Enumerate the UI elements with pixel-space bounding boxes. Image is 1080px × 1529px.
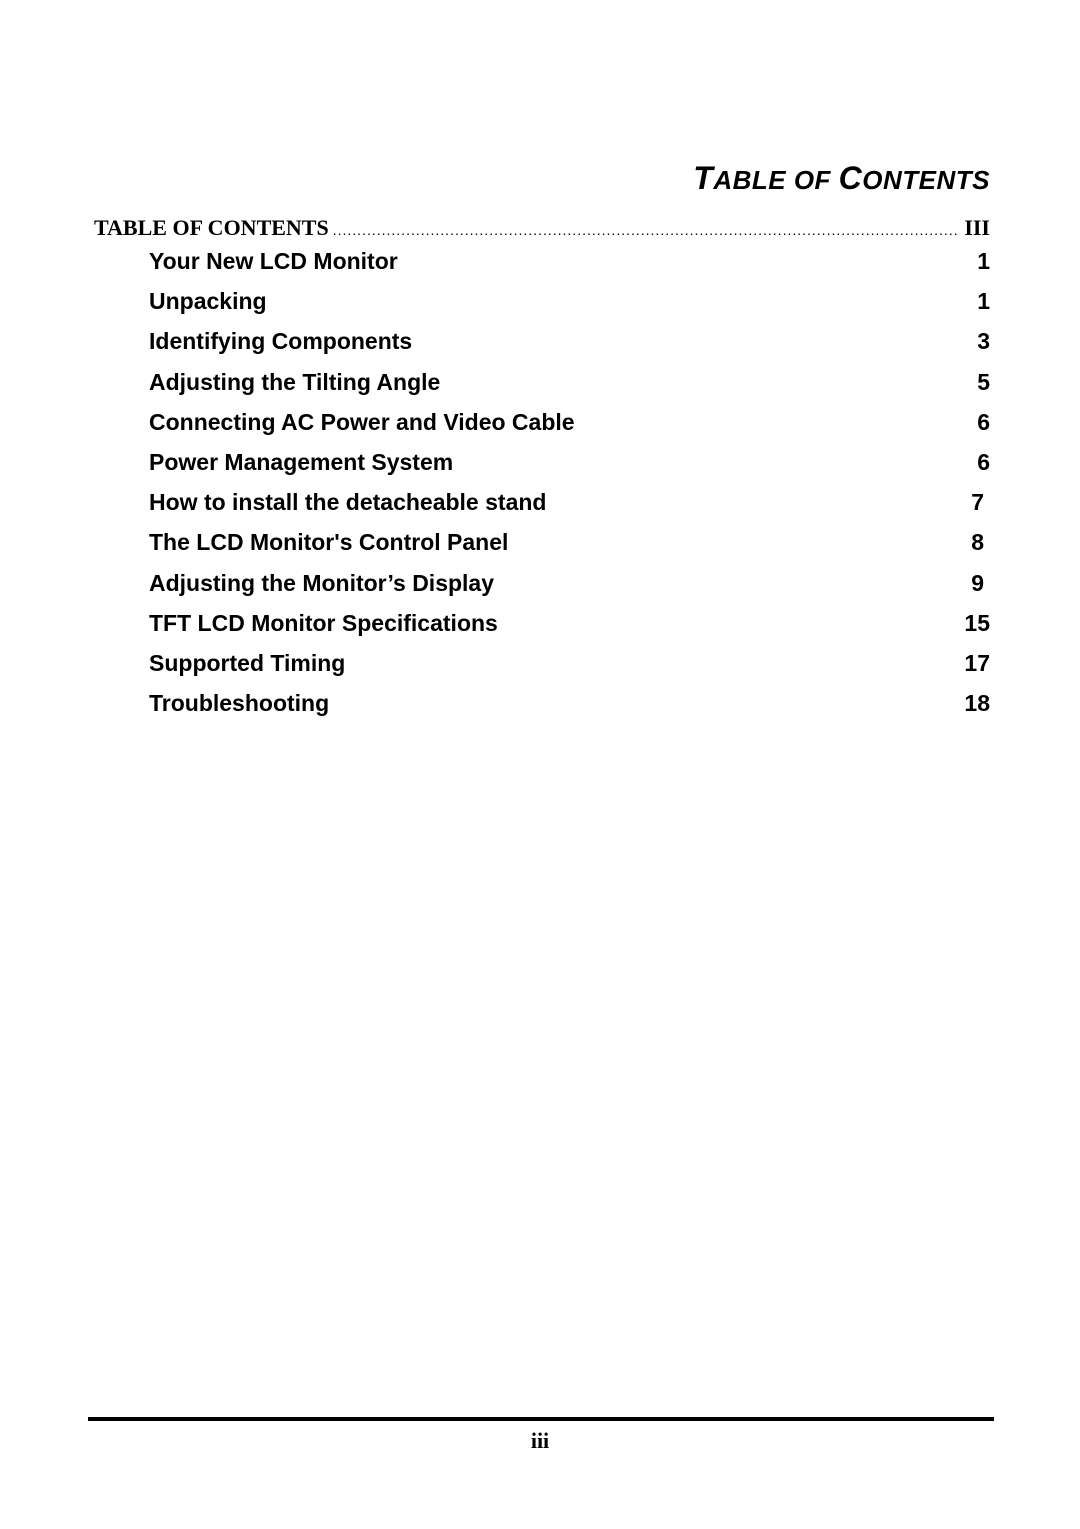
toc-entry-title: How to install the detacheable stand [149, 489, 547, 516]
toc-entry[interactable]: Connecting AC Power and Video Cable 6 [149, 409, 990, 449]
header-title-part: ONTENTS [862, 165, 990, 195]
header-title-part: T [693, 160, 714, 196]
toc-entry[interactable]: How to install the detacheable stand 7 [149, 489, 990, 529]
toc-entry-page: 6 [977, 408, 990, 435]
toc-entry-page: 1 [977, 248, 990, 274]
toc-entry-page: 1 [977, 288, 990, 315]
toc-entry[interactable]: Power Management System 6 [149, 449, 990, 489]
toc-entry-title: Adjusting the Monitor’s Display [149, 569, 495, 596]
toc-main-label: TABLE OF CONTENTS [94, 215, 329, 240]
toc-entry[interactable]: Identifying Components 3 [149, 328, 990, 368]
toc-entry-title: Adjusting the Tilting Angle [149, 368, 441, 395]
toc-entry[interactable]: TFT LCD Monitor Specifications 15 [149, 610, 990, 650]
toc-entry-title: Troubleshooting [149, 690, 330, 717]
toc-leader-dots: ........................................… [332, 222, 961, 238]
toc-entry[interactable]: Your New LCD Monitor 1 [149, 248, 990, 288]
toc-entry[interactable]: Adjusting the Tilting Angle 5 [149, 369, 990, 409]
toc-entry-title: The LCD Monitor's Control Panel [149, 529, 509, 556]
toc-entry-title: Connecting AC Power and Video Cable [149, 408, 575, 435]
toc-entry-title: Your New LCD Monitor [149, 248, 398, 274]
toc-entry[interactable]: Adjusting the Monitor’s Display 9 [149, 570, 990, 610]
header-title-part: C [838, 160, 863, 196]
toc-entry-page: 17 [964, 649, 990, 676]
toc-list: Your New LCD Monitor 1 Unpacking 1 Ident… [149, 248, 990, 730]
toc-entry[interactable]: Troubleshooting 18 [149, 690, 990, 730]
toc-entry-page: 3 [977, 328, 990, 355]
toc-entry-page: 18 [964, 690, 990, 717]
toc-main-page: III [964, 215, 990, 240]
toc-entry-title: Supported Timing [149, 649, 346, 676]
toc-entry[interactable]: The LCD Monitor's Control Panel 8 [149, 529, 990, 569]
toc-main-entry[interactable]: TABLE OF CONTENTS ......................… [94, 215, 990, 241]
toc-entry-page: 9 [971, 569, 984, 596]
footer-page-number: iii [530, 1428, 550, 1453]
footer-divider [88, 1417, 994, 1421]
toc-entry-page: 15 [964, 609, 990, 636]
toc-entry-title: TFT LCD Monitor Specifications [149, 609, 498, 636]
header-title-part: ABLE OF [713, 165, 839, 195]
toc-entry-page: 6 [977, 448, 990, 475]
page-header-title: TABLE OF CONTENTS [693, 160, 990, 197]
toc-entry-page: 7 [971, 489, 984, 516]
toc-entry-title: Identifying Components [149, 328, 413, 355]
toc-entry-page: 5 [977, 368, 990, 395]
toc-entry[interactable]: Unpacking 1 [149, 288, 990, 328]
toc-entry-title: Unpacking [149, 288, 267, 315]
toc-entry[interactable]: Supported Timing 17 [149, 650, 990, 690]
toc-entry-page: 8 [971, 529, 984, 556]
toc-entry-title: Power Management System [149, 448, 454, 475]
